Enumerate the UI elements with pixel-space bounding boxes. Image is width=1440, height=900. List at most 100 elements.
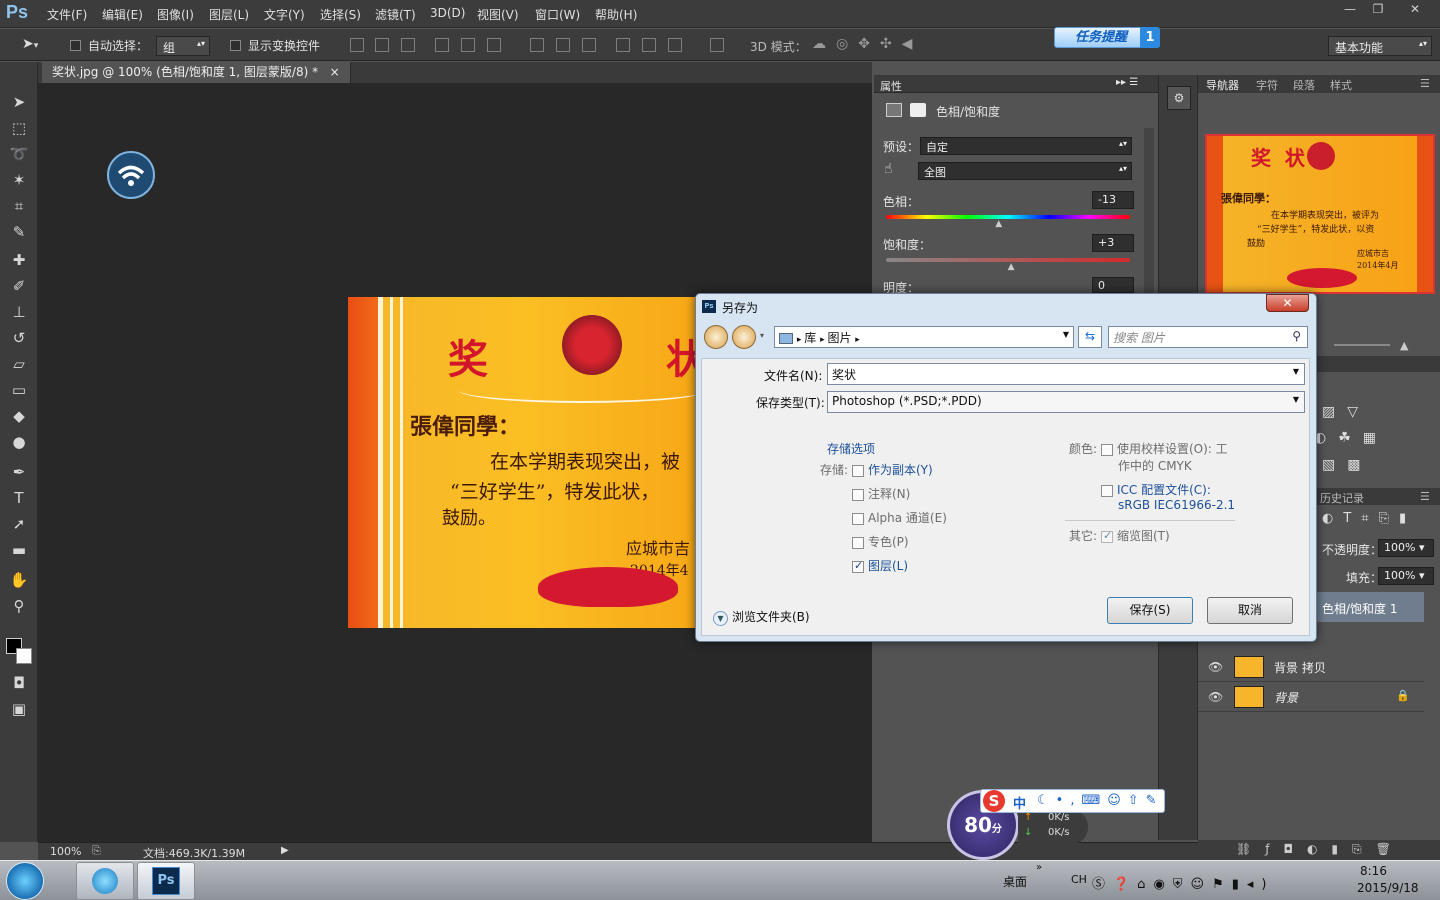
- menu-select[interactable]: 选择(S): [320, 6, 361, 23]
- type-tool-icon[interactable]: T: [8, 488, 30, 508]
- distribute-vcenter-icon[interactable]: [556, 38, 570, 52]
- align-hcenter-icon[interactable]: [461, 38, 475, 52]
- hue-slider-handle[interactable]: ▲: [995, 219, 1002, 229]
- auto-select-checkbox[interactable]: [70, 38, 81, 52]
- search-icon[interactable]: ⚲: [1292, 329, 1301, 343]
- menu-view[interactable]: 视图(V): [477, 6, 519, 23]
- properties-tab[interactable]: 属性: [880, 78, 902, 94]
- tray-icons[interactable]: Ⓢ❓⌂◉⛨☺⚑▮◂): [1092, 873, 1275, 892]
- quick-mask-icon[interactable]: ◘: [8, 673, 30, 693]
- layers-checkbox[interactable]: 图层(L): [852, 557, 908, 574]
- auto-select-dropdown[interactable]: 组 ▴▾: [156, 36, 210, 56]
- hand-tool-icon[interactable]: ✋: [8, 570, 30, 590]
- forward-button[interactable]: [732, 325, 756, 349]
- recent-pages-icon[interactable]: ▾: [760, 331, 764, 340]
- properties-scrollbar[interactable]: [1144, 128, 1154, 294]
- clock-date[interactable]: 2015/9/18: [1357, 881, 1419, 895]
- desktop-toolbar[interactable]: 桌面: [1003, 873, 1027, 890]
- address-bar[interactable]: ▸ 库 ▸ 图片 ▸ ▼: [774, 326, 1074, 348]
- language-indicator[interactable]: CH: [1071, 873, 1087, 886]
- task-reminder-button[interactable]: 任务提醒 1: [1054, 27, 1160, 48]
- thumbnail-checkbox[interactable]: 缩览图(T): [1101, 527, 1170, 544]
- search-input[interactable]: 搜索 图片 ⚲: [1108, 326, 1308, 348]
- close-tab-icon[interactable]: ×: [330, 65, 340, 79]
- adjustment-icons-row-1[interactable]: ▨▽: [1322, 404, 1370, 420]
- cancel-button[interactable]: 取消: [1207, 597, 1293, 624]
- background-color-swatch[interactable]: [16, 648, 32, 664]
- lasso-tool-icon[interactable]: ➰: [8, 144, 30, 164]
- history-menu-icon[interactable]: ☰: [1420, 490, 1430, 503]
- alpha-channels-checkbox[interactable]: Alpha 通道(E): [852, 509, 947, 526]
- zoom-in-icon[interactable]: ▲: [1400, 339, 1408, 352]
- filetype-select[interactable]: Photoshop (*.PSD;*.PDD) ▼: [827, 391, 1305, 413]
- menu-image[interactable]: 图像(I): [157, 6, 194, 23]
- ime-toolbar-icons[interactable]: ☾•,⌨☺⇧✎: [1037, 793, 1164, 808]
- hue-input[interactable]: -13: [1092, 191, 1134, 209]
- zoom-tool-icon[interactable]: ⚲: [8, 596, 30, 616]
- sogou-ime-bar[interactable]: S 中 ☾•,⌨☺⇧✎: [980, 789, 1165, 813]
- tab-history[interactable]: 历史记录: [1320, 490, 1364, 506]
- navigator-menu-icon[interactable]: ☰: [1420, 77, 1430, 90]
- preset-dropdown[interactable]: 自定 ▴▾: [920, 137, 1132, 155]
- move-tool-icon[interactable]: ➤: [8, 92, 30, 112]
- notes-checkbox[interactable]: 注释(N): [852, 485, 910, 502]
- workspace-dropdown[interactable]: 基本功能 ▴▾: [1328, 36, 1432, 56]
- icc-profile-checkbox[interactable]: ICC 配置文件(C):: [1101, 481, 1211, 498]
- visibility-eye-icon[interactable]: 👁: [1208, 660, 1223, 674]
- align-top-icon[interactable]: [350, 38, 364, 52]
- adjustment-icons-row-2[interactable]: ◐☘▦: [1314, 430, 1388, 446]
- status-share-icon[interactable]: ⎘: [92, 844, 101, 858]
- tab-navigator[interactable]: 导航器: [1206, 77, 1239, 93]
- filename-input[interactable]: 奖状 ▼: [827, 363, 1305, 385]
- clock-time[interactable]: 8:16: [1360, 864, 1387, 878]
- opacity-input[interactable]: 100% ▾: [1378, 539, 1434, 557]
- back-button[interactable]: [704, 325, 728, 349]
- close-window-button[interactable]: ✕: [1398, 0, 1432, 18]
- taskbar-app-photoshop[interactable]: Ps: [137, 862, 195, 900]
- ime-language[interactable]: 中: [1013, 793, 1026, 812]
- browse-folders-toggle[interactable]: ▼ 浏览文件夹(B): [713, 608, 810, 626]
- clone-stamp-icon[interactable]: ⊥: [8, 302, 30, 322]
- as-copy-checkbox[interactable]: 作为副本(Y): [852, 461, 933, 478]
- menu-edit[interactable]: 编辑(E): [102, 6, 143, 23]
- distribute-left-icon[interactable]: [616, 38, 630, 52]
- distribute-top-icon[interactable]: [530, 38, 544, 52]
- navigator-zoom-slider[interactable]: [1334, 344, 1390, 346]
- mask-icon[interactable]: [910, 103, 926, 117]
- restore-button[interactable]: ❐: [1362, 0, 1394, 18]
- saturation-input[interactable]: +3: [1092, 234, 1134, 252]
- navigator-thumbnail[interactable]: 奖 状 張偉同學： 在本学期表现突出，被评为 “三好学生”，特发此状，以资 鼓励…: [1205, 134, 1435, 294]
- align-right-icon[interactable]: [487, 38, 501, 52]
- pen-tool-icon[interactable]: ✒: [8, 462, 30, 482]
- lightness-input[interactable]: 0: [1092, 277, 1134, 293]
- 3d-tools-icon[interactable]: ☁◎✥✣◀: [812, 36, 922, 52]
- healing-brush-icon[interactable]: ✚: [8, 250, 30, 270]
- address-dropdown-icon[interactable]: ▼: [1063, 330, 1069, 339]
- toolbar-chevron-icon[interactable]: »: [1036, 862, 1042, 873]
- layer-filter-icons[interactable]: ◐T⌗⎘▮: [1322, 511, 1416, 526]
- zoom-level[interactable]: 100%: [50, 845, 81, 858]
- breadcrumb-library[interactable]: 库: [804, 331, 816, 345]
- taskbar-app-browser[interactable]: [76, 862, 134, 900]
- dodge-tool-icon[interactable]: ●: [8, 432, 30, 452]
- eyedropper-icon[interactable]: ✎: [8, 222, 30, 242]
- auto-align-icon[interactable]: [710, 38, 724, 52]
- menu-filter[interactable]: 滤镜(T): [375, 6, 416, 23]
- path-select-icon[interactable]: ➚: [8, 514, 30, 534]
- dialog-close-button[interactable]: ✕: [1266, 294, 1309, 312]
- blur-tool-icon[interactable]: ◆: [8, 406, 30, 426]
- fill-input[interactable]: 100% ▾: [1378, 567, 1434, 585]
- tab-paragraph[interactable]: 段落: [1293, 77, 1315, 93]
- align-bottom-icon[interactable]: [401, 38, 415, 52]
- layer-row[interactable]: 👁 背景 🔒: [1198, 682, 1424, 712]
- proof-setup-checkbox[interactable]: 使用校样设置(O): 工: [1101, 440, 1228, 457]
- magic-wand-icon[interactable]: ✶: [8, 170, 30, 190]
- spot-colors-checkbox[interactable]: 专色(P): [852, 533, 909, 550]
- saturation-slider-handle[interactable]: ▲: [1008, 262, 1015, 272]
- eraser-tool-icon[interactable]: ▱: [8, 354, 30, 374]
- document-tab[interactable]: 奖状.jpg @ 100% (色相/饱和度 1, 图层蒙版/8) * ×: [42, 62, 351, 83]
- layer-row[interactable]: 👁 背景 拷贝: [1198, 652, 1424, 682]
- hue-slider[interactable]: [886, 215, 1130, 219]
- distribute-right-icon[interactable]: [668, 38, 682, 52]
- layer-footer-icons[interactable]: ⛓ƒ◘◐▮⎘🗑: [1236, 842, 1405, 857]
